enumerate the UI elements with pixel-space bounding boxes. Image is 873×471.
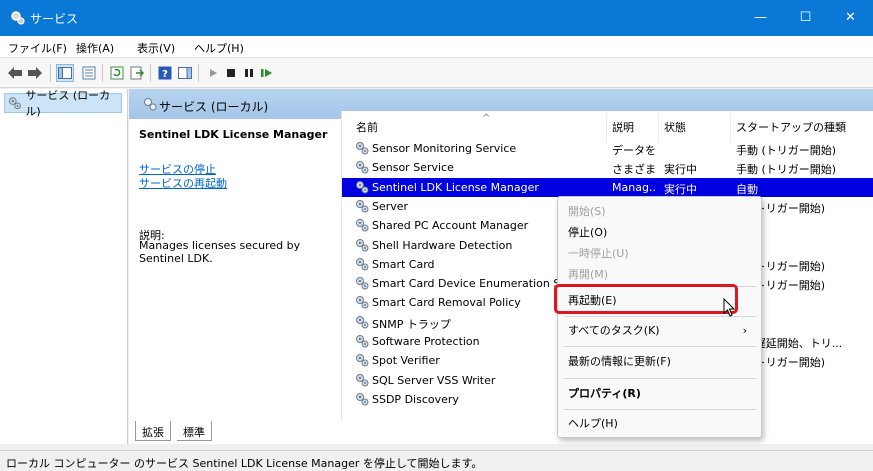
services-gear-icon bbox=[8, 97, 21, 110]
start-service-icon[interactable] bbox=[204, 64, 222, 82]
back-icon[interactable] bbox=[6, 64, 24, 82]
tab-standard[interactable]: 標準 bbox=[177, 421, 212, 441]
table-row[interactable]: Sensor Monitoring Service データを... 手動 (トリガー… bbox=[342, 139, 873, 158]
service-startup-type: 自動 bbox=[736, 182, 758, 196]
service-gear-icon bbox=[356, 296, 369, 309]
console-tree: サービス (ローカル) bbox=[0, 89, 128, 444]
minimize-button[interactable]: — bbox=[738, 0, 783, 36]
tree-item-label: サービス (ローカル) bbox=[25, 89, 111, 118]
toolbar-separator bbox=[150, 64, 151, 82]
stop-service-icon[interactable] bbox=[222, 64, 240, 82]
service-gear-icon bbox=[356, 315, 369, 329]
title-bar: サービス — ☐ ✕ bbox=[0, 0, 873, 36]
menu-view[interactable]: 表示(V) bbox=[137, 40, 175, 56]
service-gear-icon bbox=[356, 335, 369, 348]
service-gear-icon bbox=[356, 354, 369, 367]
help-icon[interactable]: ? bbox=[156, 64, 174, 82]
export-list-icon[interactable] bbox=[128, 64, 146, 82]
status-text: ローカル コンピューター のサービス Sentinel LDK License … bbox=[6, 457, 483, 470]
service-description: データを... bbox=[612, 144, 656, 157]
svg-text:?: ? bbox=[162, 69, 168, 80]
tree-item-services-local[interactable]: サービス (ローカル) bbox=[4, 89, 122, 118]
menu-item-properties[interactable]: プロパティ(R) bbox=[558, 382, 761, 406]
chevron-right-icon: › bbox=[742, 324, 747, 337]
mouse-cursor-icon bbox=[723, 298, 736, 317]
service-description: さまざま... bbox=[612, 163, 656, 177]
service-name: Sentinel LDK License Manager bbox=[372, 180, 539, 194]
service-name: Sensor Monitoring Service bbox=[372, 142, 517, 155]
show-hide-console-tree-icon[interactable] bbox=[56, 64, 74, 82]
menu-action[interactable]: 操作(A) bbox=[76, 40, 114, 56]
service-status: 実行中 bbox=[664, 182, 697, 196]
menu-item-all-tasks-label: すべてのタスク(K) bbox=[568, 324, 660, 337]
table-row[interactable]: Sentinel LDK License Manager Manag... 実行中 自… bbox=[342, 177, 873, 197]
service-startup-type: 手動 (トリガー開始) bbox=[736, 144, 837, 157]
service-startup-type: 手動 (トリガー開始) bbox=[736, 163, 837, 177]
annotation-highlight-box bbox=[554, 284, 738, 314]
column-header-description[interactable]: 説明 bbox=[612, 119, 634, 135]
menu-separator bbox=[564, 378, 756, 379]
menu-item-help[interactable]: ヘルプ(H) bbox=[558, 412, 761, 436]
restart-service-icon[interactable] bbox=[258, 64, 276, 82]
toolbar-separator bbox=[102, 64, 103, 82]
service-gear-icon bbox=[356, 219, 369, 232]
maximize-button[interactable]: ☐ bbox=[783, 0, 828, 36]
column-header-startup-type[interactable]: スタートアップの種類 bbox=[736, 119, 846, 135]
service-gear-icon bbox=[356, 277, 369, 290]
close-button[interactable]: ✕ bbox=[828, 0, 873, 36]
service-gear-icon bbox=[356, 161, 369, 174]
toolbar-separator bbox=[198, 64, 199, 82]
service-description: Manag... bbox=[612, 180, 656, 194]
menu-item-refresh[interactable]: 最新の情報に更新(F) bbox=[558, 350, 761, 374]
refresh-icon[interactable] bbox=[108, 64, 126, 82]
services-gear-icon bbox=[144, 98, 157, 111]
properties-icon[interactable] bbox=[80, 64, 98, 82]
show-hide-action-pane-icon[interactable] bbox=[176, 64, 194, 82]
service-details-panel: Sentinel LDK License Manager サービスの停止 サービ… bbox=[129, 119, 341, 419]
description-text: Manages licenses secured by Sentinel LDK… bbox=[139, 239, 301, 265]
service-gear-icon bbox=[356, 238, 369, 251]
menu-separator bbox=[564, 409, 756, 410]
window-title: サービス bbox=[30, 12, 79, 26]
service-gear-icon bbox=[356, 373, 369, 387]
selected-service-name: Sentinel LDK License Manager bbox=[139, 128, 328, 141]
column-header-name[interactable]: 名前 bbox=[356, 119, 378, 135]
forward-icon[interactable] bbox=[26, 64, 44, 82]
table-row[interactable]: Sensor Service さまざま... 実行中 手動 (トリガー開始) bbox=[342, 158, 873, 177]
service-gear-icon bbox=[356, 257, 369, 271]
pane-title: サービス (ローカル) bbox=[159, 100, 269, 114]
tab-extended[interactable]: 拡張 bbox=[135, 421, 171, 441]
service-gear-icon bbox=[356, 180, 369, 194]
toolbar-separator bbox=[50, 64, 51, 82]
service-gear-icon bbox=[356, 392, 369, 406]
menu-separator bbox=[564, 346, 756, 347]
menu-item-all-tasks[interactable]: すべてのタスク(K) › bbox=[558, 319, 761, 343]
menu-file[interactable]: ファイル(F) bbox=[8, 40, 67, 56]
service-name: Sensor Service bbox=[372, 161, 454, 175]
service-gear-icon bbox=[356, 199, 369, 213]
services-app-icon bbox=[11, 11, 25, 25]
menu-bar: ファイル(F) 操作(A) 表示(V) ヘルプ(H) bbox=[0, 36, 873, 58]
status-bar: ローカル コンピューター のサービス Sentinel LDK License … bbox=[0, 450, 873, 471]
toolbar: ? bbox=[0, 58, 873, 88]
service-status: 実行中 bbox=[664, 163, 697, 177]
restart-service-link[interactable]: サービスの再起動 bbox=[139, 175, 227, 191]
column-header-status[interactable]: 状態 bbox=[664, 119, 686, 135]
service-gear-icon bbox=[356, 142, 369, 155]
sort-ascending-icon: ^ bbox=[482, 113, 491, 124]
menu-help[interactable]: ヘルプ(H) bbox=[194, 40, 244, 56]
pause-service-icon[interactable] bbox=[240, 64, 258, 82]
